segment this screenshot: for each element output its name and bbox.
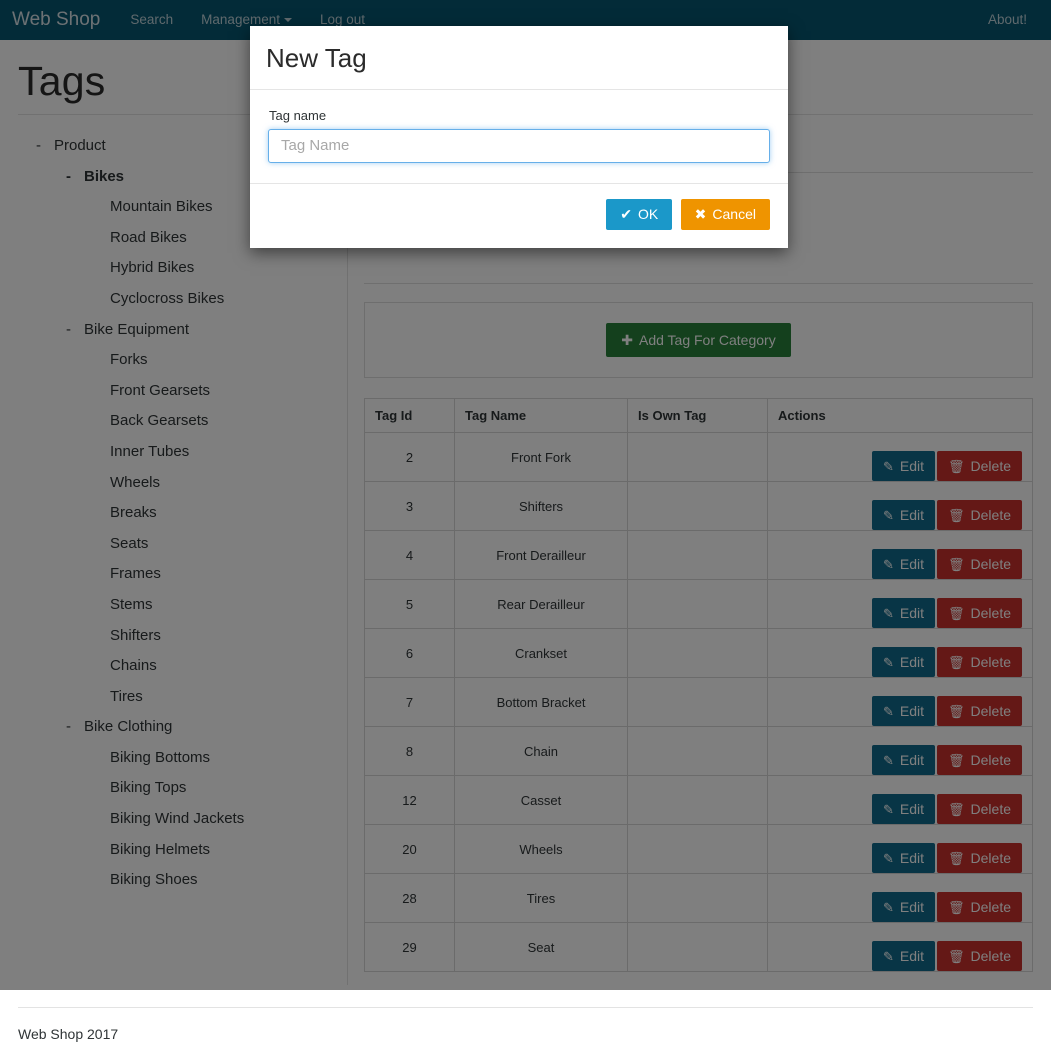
tag-name-label: Tag name xyxy=(269,108,770,123)
modal-header: New Tag xyxy=(250,26,788,90)
modal-footer: ✔ OK ✖ Cancel xyxy=(250,183,788,248)
check-icon: ✔ xyxy=(620,206,632,223)
tag-name-input[interactable] xyxy=(268,129,770,163)
page-footer: Web Shop 2017 xyxy=(0,1008,1051,1042)
new-tag-modal: New Tag Tag name ✔ OK ✖ Cancel xyxy=(250,26,788,248)
cancel-button[interactable]: ✖ Cancel xyxy=(681,199,770,230)
ok-button[interactable]: ✔ OK xyxy=(606,199,672,230)
modal-title: New Tag xyxy=(266,44,772,73)
cancel-button-label: Cancel xyxy=(712,206,756,222)
times-icon: ✖ xyxy=(695,206,707,223)
modal-body: Tag name xyxy=(250,90,788,183)
ok-button-label: OK xyxy=(638,206,658,222)
